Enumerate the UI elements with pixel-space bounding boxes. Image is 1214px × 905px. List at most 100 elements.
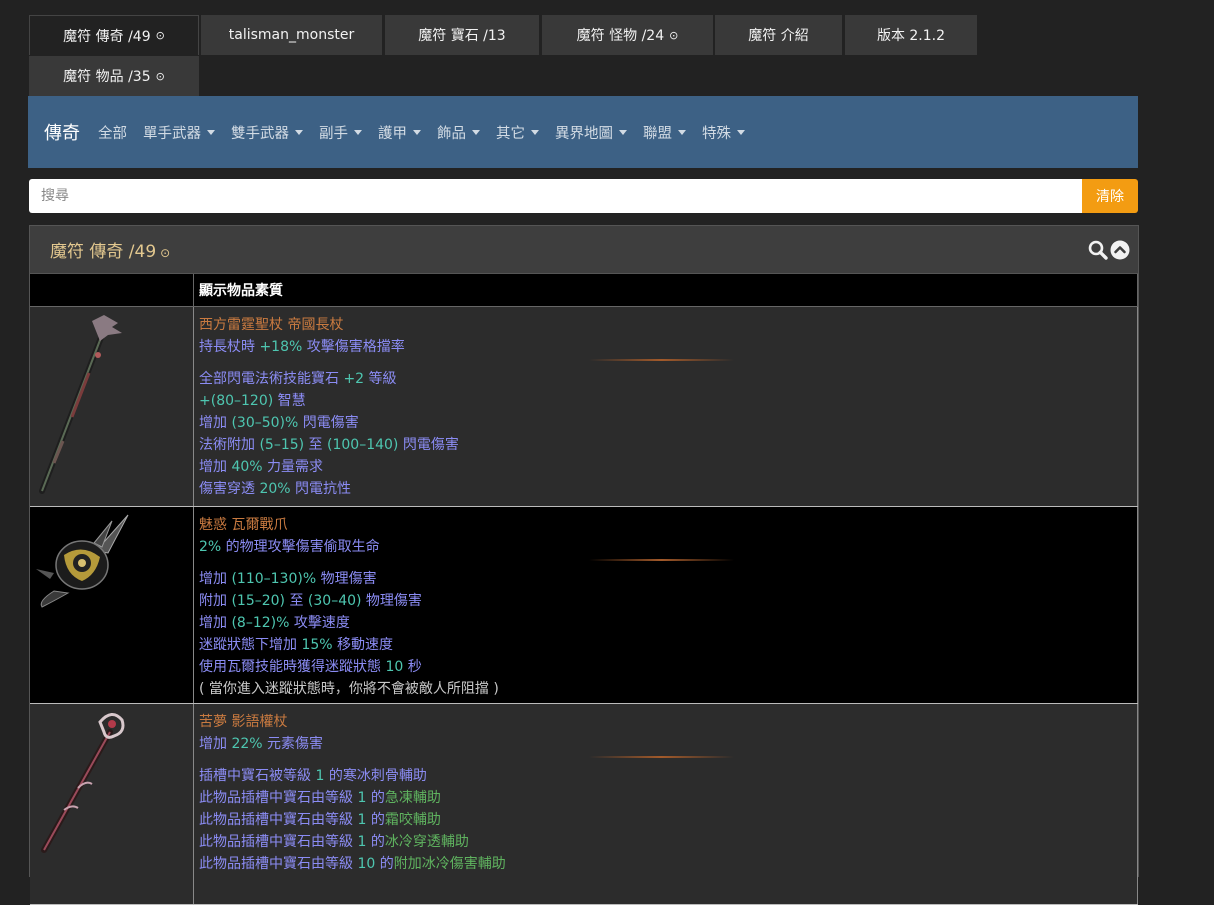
nav-label: 雙手武器: [231, 125, 289, 142]
tab-talisman-monster-raw[interactable]: talisman_monster: [201, 15, 382, 55]
item-implicit: 增加 22% 元素傷害: [199, 733, 1132, 755]
clear-button[interactable]: 清除: [1082, 179, 1138, 213]
table-row: 苦夢 影語權杖 增加 22% 元素傷害 插槽中寶石被等級 1 的寒冰刺骨輔助 此…: [30, 703, 1138, 905]
item-mod: +(80–120) 智慧: [199, 390, 1132, 412]
search-input[interactable]: [29, 179, 1082, 213]
caret-down-icon: [472, 129, 480, 135]
circle-dot-icon: ⊙: [155, 29, 165, 42]
caret-down-icon: [354, 129, 362, 135]
item-mod: 使用瓦爾技能時獲得迷蹤狀態 10 秒: [199, 656, 1132, 678]
mod-text: 攻擊速度: [289, 615, 350, 631]
circle-dot-icon: ⊙: [155, 69, 165, 83]
tab-label: 魔符 傳奇 /49: [63, 28, 151, 45]
tab-talisman-monster[interactable]: 魔符 怪物 /24 ⊙: [542, 15, 713, 55]
mod-text: 插槽中寶石被等級: [199, 768, 316, 784]
mod-value: 15%: [301, 637, 333, 653]
mod-value: 2%: [199, 539, 222, 555]
mod-text: 增加: [199, 459, 232, 475]
nav-item-special[interactable]: 特殊: [694, 122, 753, 143]
gem-link[interactable]: 急凍輔助: [385, 790, 441, 806]
mod-text: 移動速度: [332, 637, 394, 653]
mod-value: 10: [357, 856, 376, 872]
caret-down-icon: [737, 129, 745, 135]
navbar-brand[interactable]: 傳奇: [44, 119, 80, 145]
tab-label: 魔符 介紹: [748, 28, 809, 44]
caret-down-icon: [413, 129, 421, 135]
mod-value: +2: [343, 371, 365, 387]
nav-label: 飾品: [437, 125, 466, 142]
nav-item-jewellery[interactable]: 飾品: [429, 122, 488, 143]
caret-down-icon: [619, 129, 627, 135]
mod-text: 閃電抗性: [290, 481, 352, 497]
item-mod: 附加 (15–20) 至 (30–40) 物理傷害: [199, 590, 1132, 612]
item-mod: 全部閃電法術技能寶石 +2 等級: [199, 368, 1132, 390]
mod-text: 增加: [199, 736, 232, 752]
item-mod: 增加 (110–130)% 物理傷害: [199, 568, 1132, 590]
mod-value: 40%: [231, 459, 263, 475]
gem-link[interactable]: 霜咬輔助: [385, 812, 441, 828]
mod-text: 智慧: [273, 393, 306, 409]
tab-talisman-intro[interactable]: 魔符 介紹: [715, 15, 842, 55]
item-mod: 增加 (30–50)% 閃電傷害: [199, 412, 1132, 434]
tab-label: 魔符 寶石 /13: [418, 28, 506, 44]
tab-talisman-items[interactable]: 魔符 物品 /35 ⊙: [29, 56, 199, 96]
caret-down-icon: [207, 129, 215, 135]
mod-value: (100–140): [327, 437, 399, 453]
item-implicit: 2% 的物理攻擊傷害偷取生命: [199, 536, 1132, 558]
table-header-row: 顯示物品素質: [30, 274, 1138, 307]
mod-text: 增加: [199, 615, 232, 631]
nav-item-maps[interactable]: 異界地圖: [547, 122, 635, 143]
mod-text: 物理傷害: [361, 593, 422, 609]
item-mod: 插槽中寶石被等級 1 的寒冰刺骨輔助: [199, 765, 1132, 787]
mod-text: 此物品插槽中寶石由等級: [199, 856, 358, 872]
claw-item-image[interactable]: [34, 513, 134, 613]
item-name[interactable]: 魅惑 瓦爾戰爪: [199, 514, 1132, 536]
mod-text: 的: [375, 856, 394, 872]
tab-talisman-unique[interactable]: 魔符 傳奇 /49 ⊙: [29, 15, 199, 55]
item-mod: 法術附加 (5–15) 至 (100–140) 閃電傷害: [199, 434, 1132, 456]
item-stats: 魅惑 瓦爾戰爪 2% 的物理攻擊傷害偷取生命 增加 (110–130)% 物理傷…: [194, 507, 1137, 700]
mod-text: 法術附加: [199, 437, 260, 453]
item-name[interactable]: 西方雷霆聖杖 帝國長杖: [199, 314, 1132, 336]
image-column-header: [30, 274, 194, 307]
item-implicit: 持長杖時 +18% 攻擊傷害格擋率: [199, 336, 1132, 358]
tab-talisman-gem[interactable]: 魔符 寶石 /13: [385, 15, 539, 55]
item-mod: 此物品插槽中寶石由等級 10 的附加冰冷傷害輔助: [199, 853, 1132, 875]
collapse-up-icon[interactable]: [1110, 240, 1130, 260]
nav-item-offhand[interactable]: 副手: [311, 122, 370, 143]
mod-text: 力量需求: [262, 459, 324, 475]
gem-link[interactable]: 附加冰冷傷害輔助: [394, 856, 506, 872]
sceptre-item-image[interactable]: [34, 710, 134, 860]
item-flavor-text: ( 當你進入迷蹤狀態時，你將不會被敵人所阻擋 ): [199, 681, 499, 697]
circle-dot-icon: ⊙: [160, 246, 171, 260]
item-name[interactable]: 苦夢 影語權杖: [199, 711, 1132, 733]
mod-text: 使用瓦爾技能時獲得迷蹤狀態: [199, 659, 386, 675]
mod-value: (30–40): [307, 593, 362, 609]
nav-label: 聯盟: [643, 125, 672, 142]
nav-label: 單手武器: [143, 125, 201, 142]
mod-value: +18%: [259, 339, 303, 355]
mod-text: 至: [285, 593, 308, 609]
mod-text: 至: [304, 437, 328, 453]
tab-label: talisman_monster: [228, 27, 355, 43]
nav-item-armour[interactable]: 護甲: [370, 122, 429, 143]
item-image-cell: [30, 703, 194, 905]
mod-value: (30–50)%: [231, 415, 299, 431]
nav-item-league[interactable]: 聯盟: [635, 122, 694, 143]
nav-label: 副手: [319, 125, 348, 142]
caret-down-icon: [295, 129, 303, 135]
nav-item-all[interactable]: 全部: [90, 122, 135, 143]
staff-item-image[interactable]: [34, 313, 134, 501]
mod-separator: [589, 359, 734, 361]
caret-down-icon: [531, 129, 539, 135]
tab-version[interactable]: 版本 2.1.2: [845, 15, 977, 55]
search-icon[interactable]: [1088, 240, 1108, 260]
mod-text: 的物理攻擊傷害偷取生命: [221, 539, 380, 555]
gem-link[interactable]: 冰冷穿透輔助: [385, 834, 469, 850]
stats-column-header: 顯示物品素質: [193, 274, 1138, 307]
mod-text: 此物品插槽中寶石由等級: [199, 834, 358, 850]
nav-item-other[interactable]: 其它: [488, 122, 547, 143]
nav-item-two-hand[interactable]: 雙手武器: [223, 122, 311, 143]
nav-item-one-hand[interactable]: 單手武器: [135, 122, 223, 143]
item-image-cell: [30, 306, 194, 507]
